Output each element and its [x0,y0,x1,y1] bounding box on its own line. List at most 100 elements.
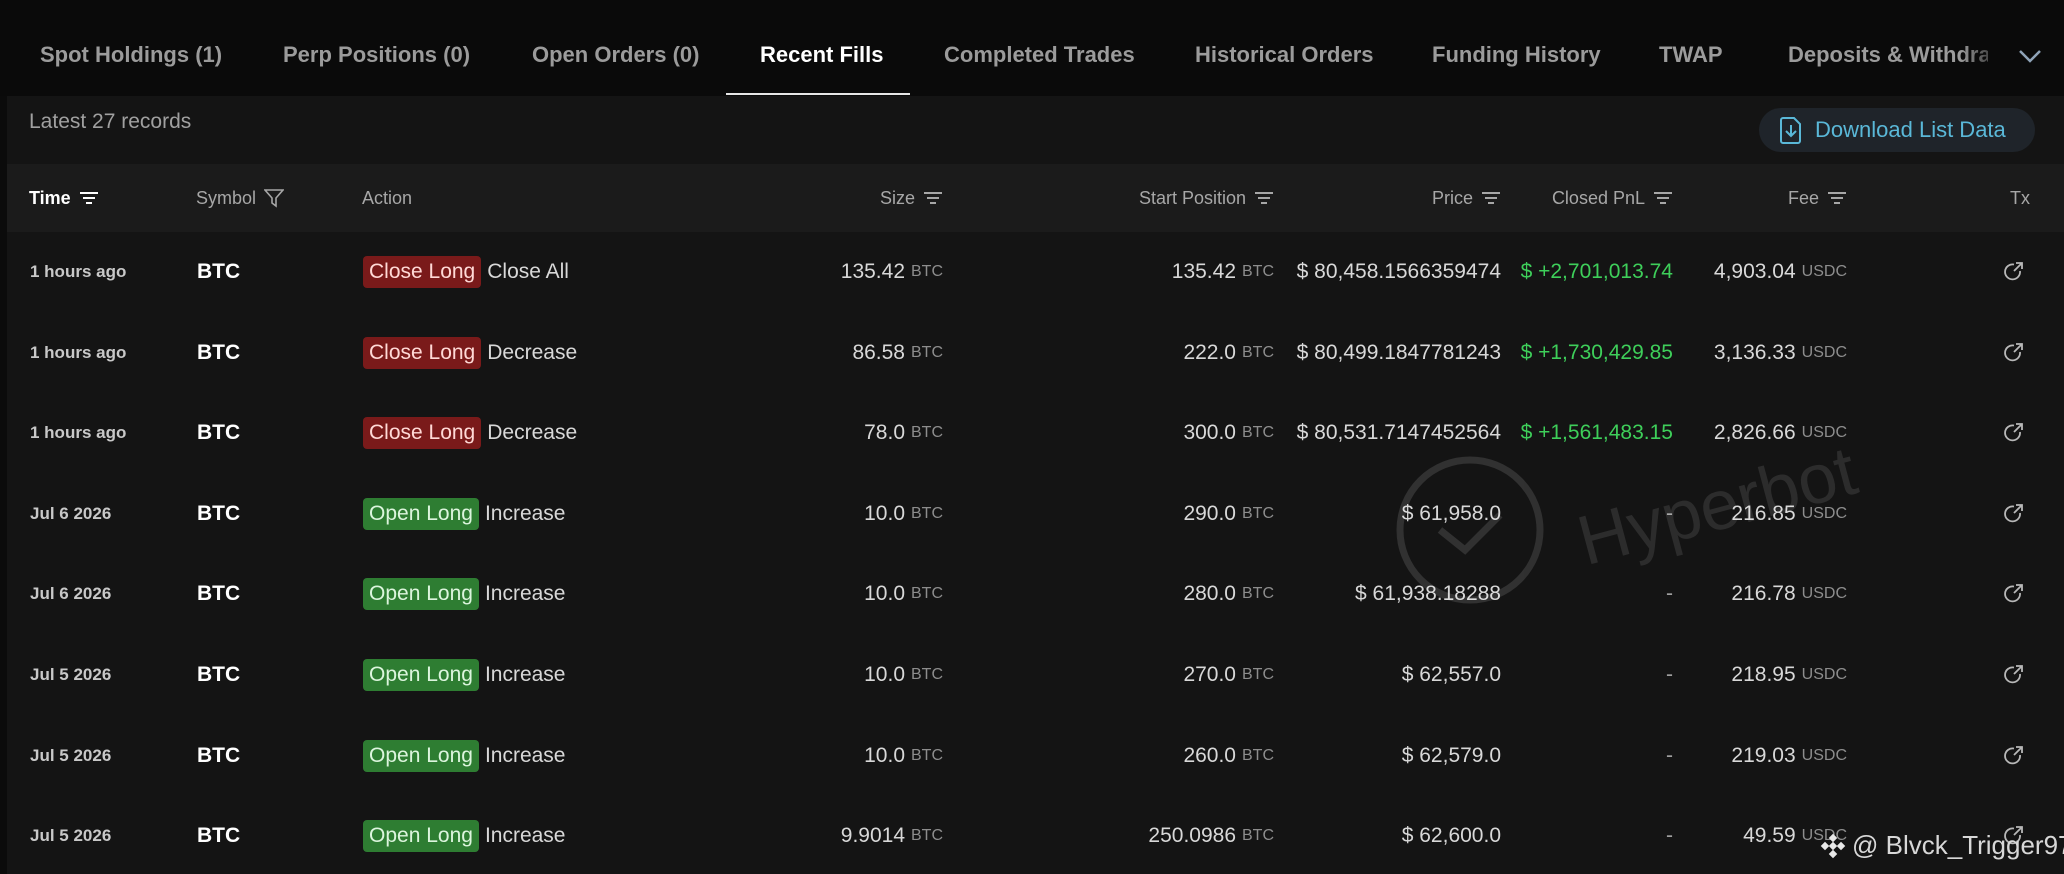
row-closed-pnl: - [1666,824,1673,848]
row-action: Open Long Increase [363,796,565,874]
recent-fills-page: Spot Holdings (1) Perp Positions (0) Ope… [0,0,2064,874]
external-link-icon[interactable] [2002,474,2026,554]
tab-overflow-fade [1960,20,2010,90]
header-symbol[interactable]: Symbol [196,164,285,232]
tab-deposits-withdrawals[interactable]: Deposits & Withdraw [1788,0,1988,96]
row-start-position: 280.0 BTC [1183,582,1274,606]
row-symbol[interactable]: BTC [197,393,240,473]
binance-logo-icon [1820,833,1846,858]
row-closed-pnl: $ +1,730,429.85 [1520,340,1673,364]
open-long-badge: Open Long [363,497,479,530]
external-link-icon[interactable] [2002,393,2026,473]
row-action-detail: Close All [487,260,569,283]
external-link-icon[interactable] [2002,716,2026,796]
row-size: 135.42 BTC [840,260,943,283]
row-action-detail: Decrease [487,421,578,445]
table-row: Jul 5 2026 BTC Open Long Increase 10.0 BTC… [7,635,2064,716]
row-symbol[interactable]: BTC [197,232,240,312]
table-row: Jul 5 2026 BTC Open Long Increase 9.9014 B… [7,796,2064,874]
row-time: Jul 5 2026 [30,745,112,765]
row-symbol[interactable]: BTC [197,716,240,796]
credit-handle: @ Blvck_Trigger97 [1820,830,2064,861]
external-link-icon[interactable] [2002,313,2026,393]
row-start-position: 250.0986 BTC [1148,824,1274,848]
header-start-position[interactable]: Start Position [1139,164,1274,232]
tab-spot-holdings[interactable]: Spot Holdings (1) [40,0,222,96]
row-size: 10.0 BTC [864,743,943,767]
tab-perp-positions[interactable]: Perp Positions (0) [283,0,470,96]
row-size: 86.58 BTC [852,340,943,364]
sort-icon [1828,192,1846,204]
external-link-icon[interactable] [2002,232,2026,312]
chevron-down-icon[interactable] [2010,36,2050,76]
row-fee: 3,136.33 USDC [1713,340,1847,364]
header-time[interactable]: Time [29,164,99,232]
tab-open-orders[interactable]: Open Orders (0) [532,0,699,96]
open-long-badge: Open Long [363,578,479,611]
row-start-position: 290.0 BTC [1183,501,1274,525]
close-long-badge: Close Long [363,256,482,288]
row-start-position: 270.0 BTC [1183,662,1274,686]
row-time: Jul 5 2026 [30,664,112,684]
tab-twap[interactable]: TWAP [1659,0,1723,96]
open-long-badge: Open Long [363,739,479,772]
row-symbol[interactable]: BTC [197,635,240,715]
download-list-label: Download List Data [1815,117,2006,142]
open-long-badge: Open Long [363,658,479,691]
row-action-detail: Increase [484,743,566,767]
open-long-badge: Open Long [363,820,479,853]
row-price: $ 80,499.1847781243 [1296,340,1501,364]
row-fee: 216.78 USDC [1731,582,1847,606]
row-action: Close Long Close All [363,232,569,312]
download-icon [1780,117,1801,144]
table-row: 1 hours ago BTC Close Long Decrease 78.0 B… [7,393,2064,474]
download-list-button[interactable]: Download List Data [1759,108,2035,152]
external-link-icon[interactable] [2002,554,2026,634]
row-price: $ 61,938.18288 [1355,582,1501,606]
row-symbol[interactable]: BTC [197,554,240,634]
table-header: Time Symbol Action Size Start Position P… [7,164,2064,232]
header-size[interactable]: Size [880,164,943,232]
row-action-detail: Decrease [487,340,578,364]
row-closed-pnl: - [1666,501,1673,525]
tab-historical-orders[interactable]: Historical Orders [1195,0,1374,96]
row-time: 1 hours ago [30,342,127,362]
row-start-position: 260.0 BTC [1183,743,1274,767]
row-price: $ 80,458.1566359474 [1296,260,1501,283]
row-action: Open Long Increase [363,474,565,554]
row-fee: 4,903.04 USDC [1713,260,1847,283]
table-row: Jul 6 2026 BTC Open Long Increase 10.0 BTC… [7,474,2064,555]
row-symbol[interactable]: BTC [197,474,240,554]
sort-icon [1482,192,1500,204]
tab-funding-history[interactable]: Funding History [1432,0,1601,96]
row-closed-pnl: - [1666,743,1673,767]
row-symbol[interactable]: BTC [197,796,240,874]
row-time: 1 hours ago [30,262,127,281]
row-action: Open Long Increase [363,716,565,796]
header-closed-pnl[interactable]: Closed PnL [1552,164,1673,232]
row-price: $ 80,531.7147452564 [1296,421,1501,445]
row-fee: 2,826.66 USDC [1713,421,1847,445]
external-link-icon[interactable] [2002,635,2026,715]
active-tab-underline [726,93,910,95]
row-size: 9.9014 BTC [840,824,943,848]
row-closed-pnl: - [1666,662,1673,686]
tab-recent-fills[interactable]: Recent Fills [760,0,883,96]
row-action-detail: Increase [484,582,566,606]
row-closed-pnl: $ +2,701,013.74 [1520,260,1673,283]
row-closed-pnl: $ +1,561,483.15 [1520,421,1673,445]
row-price: $ 62,579.0 [1401,743,1501,767]
tab-completed-trades[interactable]: Completed Trades [944,0,1135,96]
sort-icon [79,192,98,204]
row-fee: 219.03 USDC [1731,743,1847,767]
row-size: 10.0 BTC [864,662,943,686]
row-symbol[interactable]: BTC [197,313,240,393]
header-fee[interactable]: Fee [1788,164,1847,232]
row-start-position: 222.0 BTC [1183,340,1274,364]
row-time: Jul 5 2026 [30,826,112,846]
header-price[interactable]: Price [1432,164,1501,232]
row-time: 1 hours ago [30,423,127,443]
table-row: Jul 5 2026 BTC Open Long Increase 10.0 BTC… [7,716,2064,797]
row-action-detail: Increase [484,824,566,848]
header-action: Action [362,188,413,208]
